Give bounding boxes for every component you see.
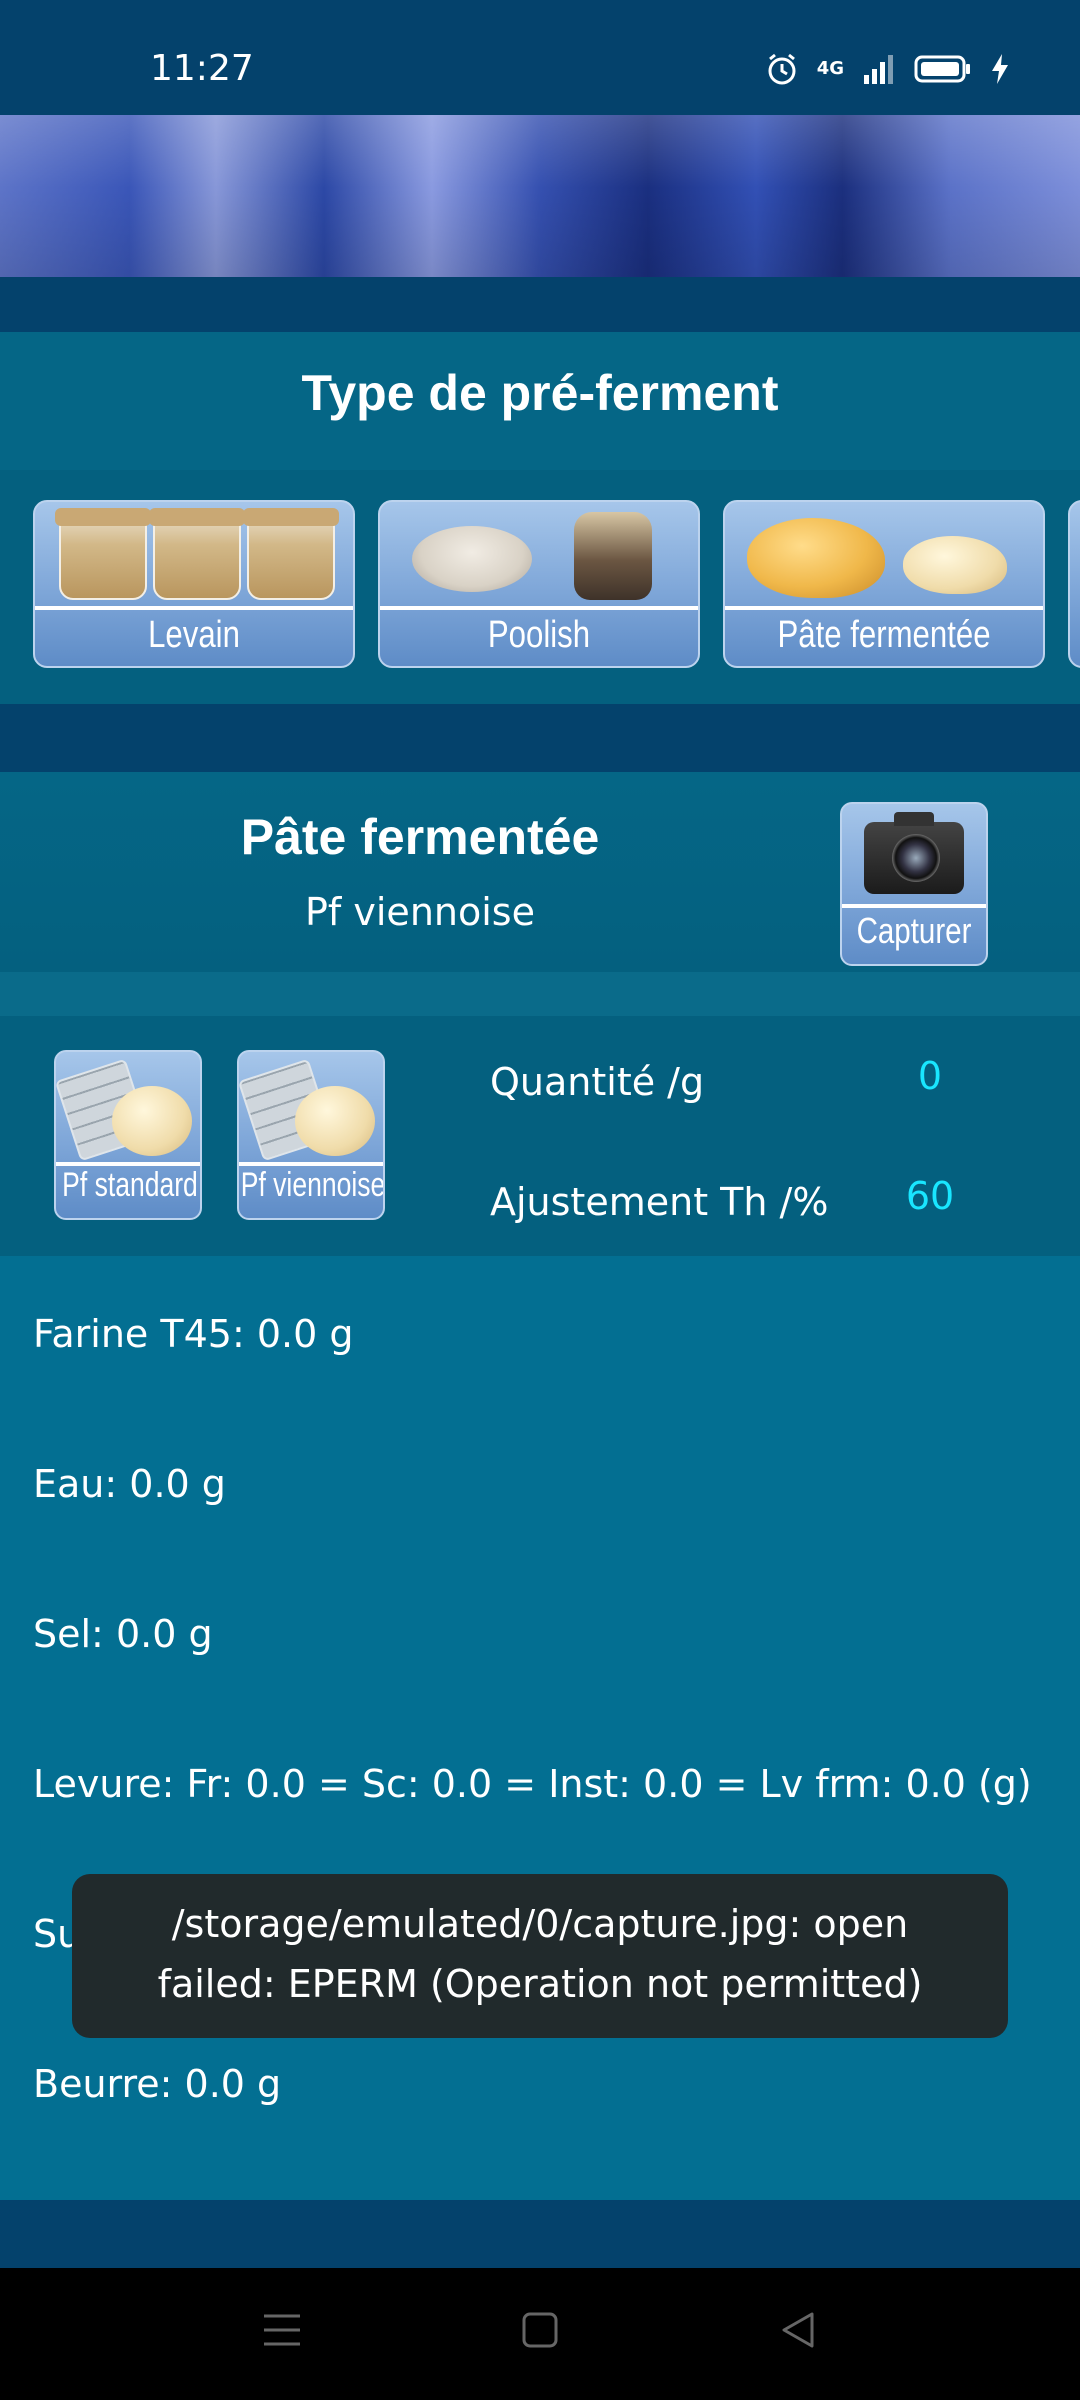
capture-label: Capturer xyxy=(856,910,972,951)
dough-icon xyxy=(295,1086,375,1156)
adjustment-input[interactable]: 60 xyxy=(880,1174,980,1218)
error-toast: /storage/emulated/0/capture.jpg: open fa… xyxy=(72,1874,1008,2038)
status-icons: 4G xyxy=(765,52,1010,86)
selected-preferment-title: Pâte fermentée xyxy=(240,809,600,865)
camera-icon xyxy=(864,812,964,894)
back-icon[interactable] xyxy=(778,2310,818,2350)
result-line-salt: Sel: 0.0 g xyxy=(33,1612,213,1656)
status-time: 11:27 xyxy=(150,48,254,89)
poolish-image xyxy=(380,502,698,606)
preset-label: Pf standard xyxy=(62,1166,198,1204)
charging-icon xyxy=(992,54,1008,84)
header-stripe xyxy=(0,972,1080,1016)
divider-bar xyxy=(0,704,1080,772)
preferment-card-next[interactable] xyxy=(1068,500,1080,668)
result-line-butter: Beurre: 0.0 g xyxy=(33,2062,282,2106)
capture-button[interactable]: Capturer xyxy=(840,802,988,966)
section-title: Type de pré-ferment xyxy=(301,365,779,421)
network-type-label: 4G xyxy=(816,58,844,79)
preferment-label: Poolish xyxy=(487,614,591,656)
preset-pf-standard-button[interactable]: Pf standard xyxy=(54,1050,202,1220)
header-banner-image xyxy=(0,115,1080,277)
preferment-label: Levain xyxy=(148,614,240,656)
signal-icon xyxy=(864,55,893,84)
preferment-label: Pâte fermentée xyxy=(777,614,991,656)
pate-fermentee-image xyxy=(725,502,1043,606)
levain-image xyxy=(35,502,353,606)
adjustment-label: Ajustement Th /% xyxy=(490,1180,829,1224)
quantity-input[interactable]: 0 xyxy=(880,1054,980,1098)
status-bar: 11:27 4G xyxy=(0,0,1080,115)
quantity-label: Quantité /g xyxy=(490,1060,705,1104)
result-line-water: Eau: 0.0 g xyxy=(33,1462,226,1506)
results-panel xyxy=(0,1256,1080,2200)
home-icon[interactable] xyxy=(520,2310,560,2350)
preferment-card-pate-fermentee[interactable]: Pâte fermentée xyxy=(723,500,1045,668)
selected-preferment-subtitle: Pf viennoise xyxy=(305,890,535,934)
preset-label: Pf viennoise xyxy=(240,1166,385,1204)
battery-icon xyxy=(914,55,970,83)
result-line-yeast: Levure: Fr: 0.0 = Sc: 0.0 = Inst: 0.0 = … xyxy=(33,1762,1032,1806)
preset-pf-viennoise-button[interactable]: Pf viennoise xyxy=(237,1050,385,1220)
toast-line-2: failed: EPERM (Operation not permitted) xyxy=(157,1962,923,2006)
preferment-card-levain[interactable]: Levain xyxy=(33,500,355,668)
alarm-icon xyxy=(768,53,796,85)
result-line-flour: Farine T45: 0.0 g xyxy=(33,1312,354,1356)
toast-line-1: /storage/emulated/0/capture.jpg: open xyxy=(171,1902,909,1946)
dough-icon xyxy=(112,1086,192,1156)
preferment-card-poolish[interactable]: Poolish xyxy=(378,500,700,668)
menu-icon[interactable] xyxy=(262,2310,302,2350)
preferment-carousel[interactable]: Levain Poolish Pâte fermentée xyxy=(0,470,1080,704)
